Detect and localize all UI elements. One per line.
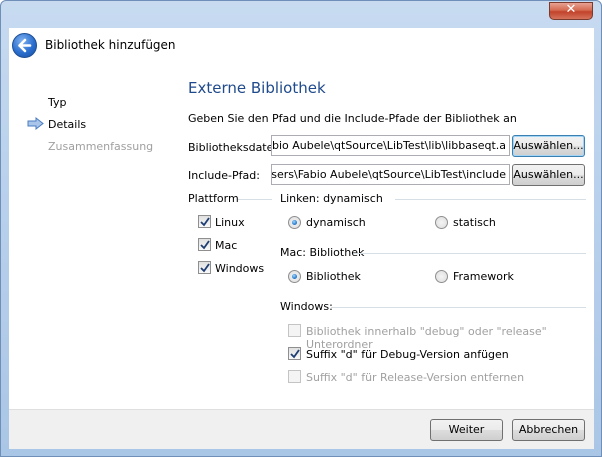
- debug-release-subfolder-checkbox[interactable]: [288, 324, 301, 337]
- platform-group-label: Plattform: [188, 192, 239, 205]
- page-title: Externe Bibliothek: [188, 79, 326, 97]
- check-icon: [290, 349, 300, 359]
- static-radio[interactable]: [435, 216, 448, 229]
- include-path-input[interactable]: C:\Users\Fabio Aubele\qtSource\LibTest\i…: [271, 164, 510, 185]
- include-path-browse-button[interactable]: Auswählen...: [512, 164, 585, 186]
- mac-checkbox[interactable]: [198, 238, 211, 251]
- release-suffix-checkbox[interactable]: [288, 370, 301, 383]
- dynamic-label: dynamisch: [306, 216, 366, 229]
- linking-group-divider: [395, 199, 586, 200]
- library-file-label: Bibliotheksdatei:: [188, 141, 281, 154]
- windows-label: Windows: [215, 262, 265, 275]
- platform-group-divider: [238, 199, 272, 200]
- mac-label: Mac: [215, 239, 238, 252]
- framework-radio[interactable]: [435, 270, 448, 283]
- step-typ: Typ: [48, 96, 67, 109]
- bibliothek-label: Bibliothek: [306, 270, 361, 283]
- linux-label: Linux: [215, 216, 245, 229]
- step-zusammenfassung: Zusammenfassung: [48, 140, 154, 153]
- library-file-value: C:\Users\Fabio Aubele\qtSource\LibTest\l…: [271, 139, 506, 152]
- step-details: Details: [48, 118, 87, 131]
- page-subtitle: Geben Sie den Pfad und die Include-Pfade…: [188, 112, 517, 125]
- windows-checkbox[interactable]: [198, 261, 211, 274]
- include-path-label: Include-Pfad:: [188, 169, 260, 182]
- next-button[interactable]: Weiter: [430, 419, 503, 441]
- check-icon: [200, 217, 210, 227]
- wizard-title: Bibliothek hinzufügen: [45, 38, 176, 52]
- windows-group-divider: [331, 307, 586, 308]
- library-file-input[interactable]: C:\Users\Fabio Aubele\qtSource\LibTest\l…: [271, 135, 510, 156]
- windows-group-label: Windows:: [280, 300, 333, 313]
- wizard-content: Typ Details Zusammenfassung Externe Bibl…: [9, 64, 594, 409]
- framework-label: Framework: [453, 270, 514, 283]
- static-label: statisch: [453, 216, 496, 229]
- close-icon: ✕: [565, 2, 577, 17]
- wizard-header: Bibliothek hinzufügen: [9, 28, 594, 64]
- mac-group-divider: [354, 253, 586, 254]
- include-path-value: C:\Users\Fabio Aubele\qtSource\LibTest\i…: [271, 168, 506, 181]
- wizard-footer: Weiter Abbrechen: [9, 409, 594, 449]
- dynamic-radio[interactable]: [288, 216, 301, 229]
- close-button[interactable]: ✕: [549, 2, 593, 20]
- step-list: Typ Details Zusammenfassung: [9, 64, 179, 409]
- check-icon: [200, 240, 210, 250]
- linux-checkbox[interactable]: [198, 215, 211, 228]
- debug-suffix-label: Suffix "d" für Debug-Version anfügen: [306, 348, 509, 361]
- current-step-arrow-icon: [27, 117, 44, 130]
- debug-suffix-checkbox[interactable]: [288, 347, 301, 360]
- back-button[interactable]: [12, 33, 37, 58]
- release-suffix-label: Suffix "d" für Release-Version entfernen: [306, 371, 525, 384]
- back-arrow-icon: [18, 38, 32, 53]
- mac-group-label: Mac: Bibliothek: [280, 246, 365, 259]
- library-file-browse-button[interactable]: Auswählen...: [512, 135, 585, 157]
- linking-group-label: Linken: dynamisch: [280, 192, 383, 205]
- bibliothek-radio[interactable]: [288, 270, 301, 283]
- cancel-button[interactable]: Abbrechen: [512, 419, 585, 441]
- check-icon: [200, 263, 210, 273]
- wizard-window: ✕ Bibliothek hinzufügen Typ Details Zusa…: [0, 0, 602, 457]
